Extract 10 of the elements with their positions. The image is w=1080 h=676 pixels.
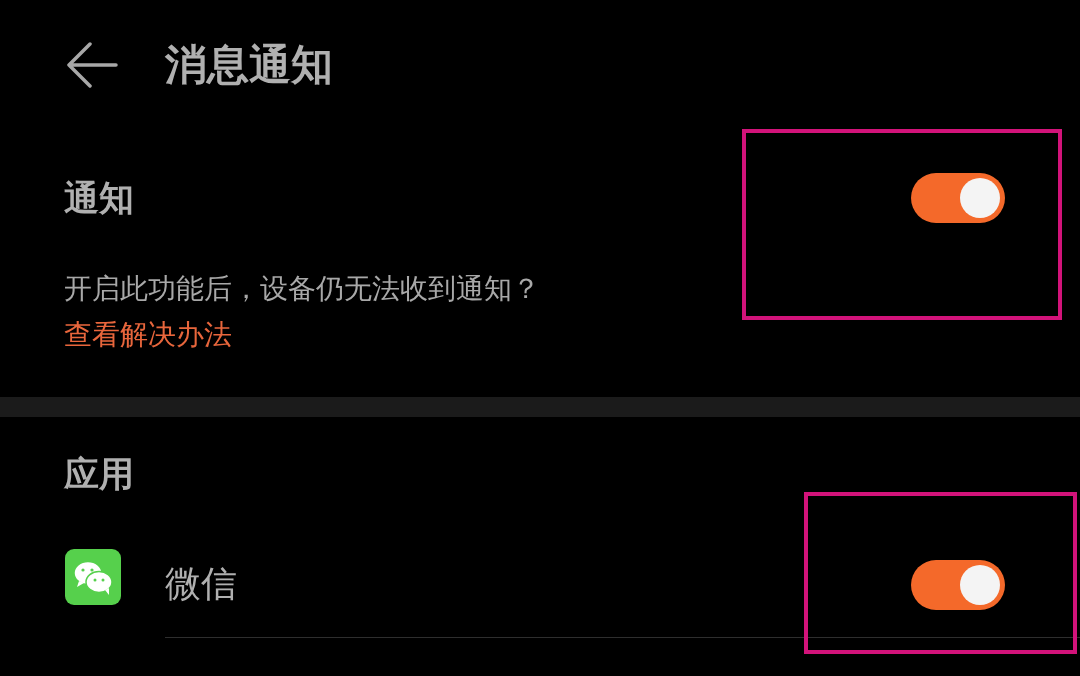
page-title: 消息通知 bbox=[165, 39, 333, 91]
section-title: 应用 bbox=[63, 453, 135, 496]
notification-toggle[interactable] bbox=[911, 173, 1005, 223]
description-text: 开启此功能后，设备仍无法收到通知？ bbox=[64, 271, 541, 307]
solution-link[interactable]: 查看解决办法 bbox=[64, 316, 232, 354]
notification-label: 通知 bbox=[64, 176, 134, 220]
back-arrow-icon[interactable] bbox=[66, 42, 118, 88]
app-name: 微信 bbox=[165, 562, 237, 606]
chat-bubbles-icon bbox=[65, 549, 121, 605]
app-toggle[interactable] bbox=[911, 559, 1005, 610]
